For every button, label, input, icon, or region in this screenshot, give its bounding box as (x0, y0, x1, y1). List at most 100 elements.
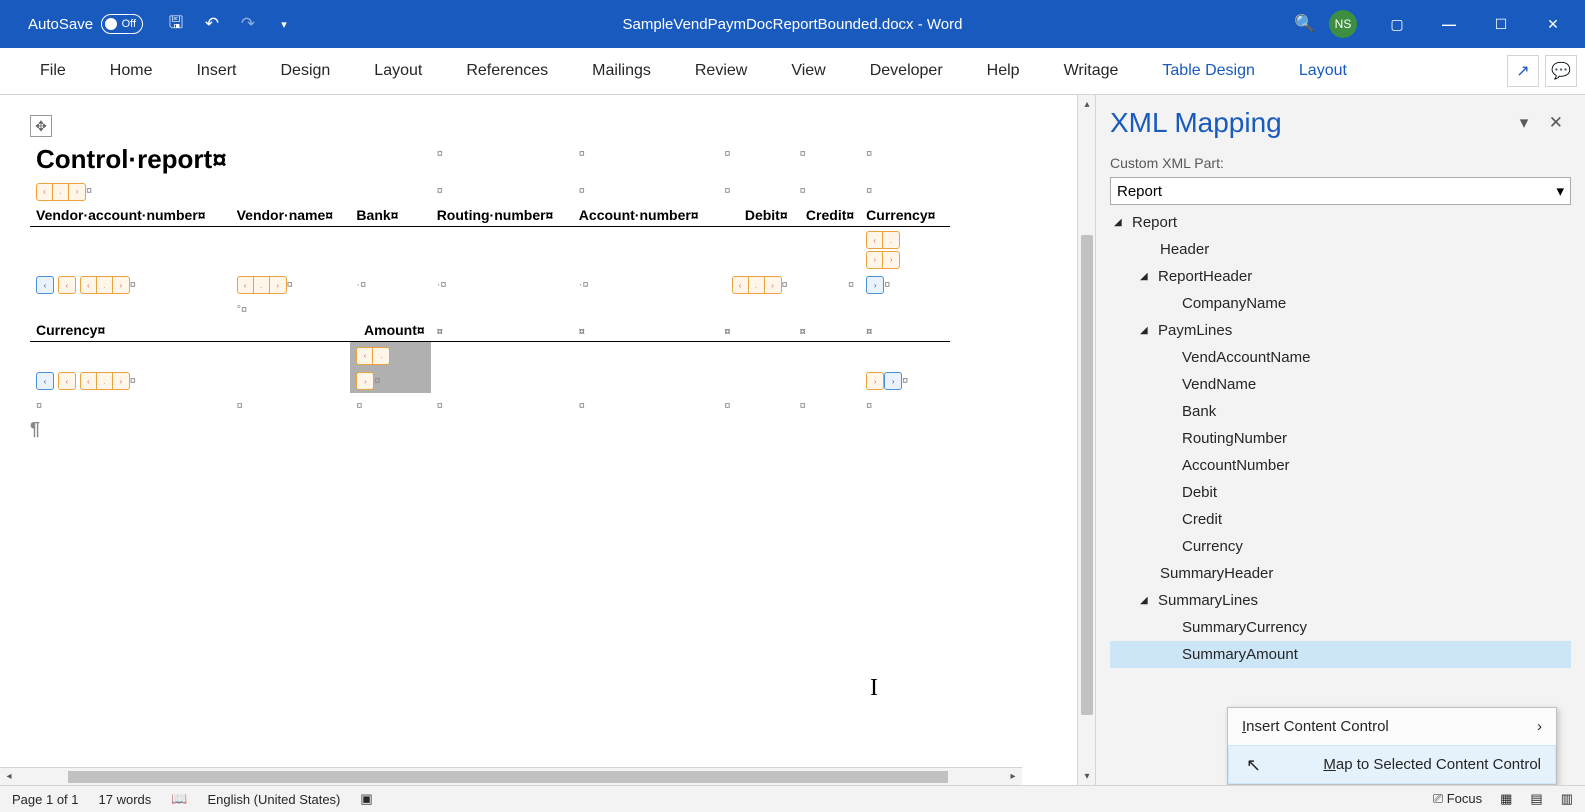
pane-close-icon[interactable]: ✕ (1541, 113, 1571, 132)
content-control[interactable]: › (866, 276, 884, 294)
document-area: ✥ Control·report¤ ¤¤¤¤¤ ‹.›¤ ¤¤¤¤¤ Vendo… (0, 95, 1095, 785)
content-control[interactable]: ‹ (58, 372, 76, 390)
macro-icon[interactable]: ▣ (360, 791, 372, 807)
tab-mailings[interactable]: Mailings (570, 52, 673, 90)
content-control[interactable]: ‹.› (80, 276, 130, 294)
tab-file[interactable]: File (18, 52, 88, 90)
tab-home[interactable]: Home (88, 52, 175, 90)
tree-node-summaryamount[interactable]: SummaryAmount (1110, 641, 1571, 668)
xml-part-select[interactable]: Report ▾ (1110, 177, 1571, 205)
tree-node-summarylines[interactable]: ◢SummaryLines (1110, 587, 1571, 614)
ribbon-tabs: File Home Insert Design Layout Reference… (0, 48, 1585, 95)
tab-design[interactable]: Design (258, 52, 352, 90)
tree-node-currency[interactable]: Currency (1110, 533, 1571, 560)
scroll-up-icon[interactable]: ▴ (1078, 95, 1096, 113)
search-icon[interactable]: 🔍 (1285, 14, 1325, 34)
tree-node-companyname[interactable]: CompanyName (1110, 290, 1571, 317)
share-icon[interactable]: ↗ (1507, 55, 1539, 87)
ctx-map-to-selected[interactable]: Map to Selected Content Control (1228, 745, 1556, 784)
content-control[interactable]: › (884, 372, 902, 390)
content-control[interactable]: ‹ (36, 276, 54, 294)
comments-icon[interactable]: 💬 (1545, 55, 1577, 87)
chevron-right-icon: › (1537, 718, 1542, 735)
content-control[interactable]: ‹.› (732, 276, 782, 294)
spellcheck-icon[interactable]: 📖 (171, 791, 187, 807)
maximize-icon[interactable]: ☐ (1477, 0, 1525, 48)
tree-node-bank[interactable]: Bank (1110, 398, 1571, 425)
selected-amount-cell[interactable]: ‹. (350, 342, 430, 368)
tree-node-routingnumber[interactable]: RoutingNumber (1110, 425, 1571, 452)
scroll-left-icon[interactable]: ◂ (0, 771, 18, 782)
col-currency: Currency¤ (860, 204, 950, 227)
xml-part-label: Custom XML Part: (1110, 155, 1571, 171)
table-move-handle-icon[interactable]: ✥ (30, 115, 52, 137)
content-control[interactable]: ‹ (58, 276, 76, 294)
col-account: Account·number¤ (573, 204, 719, 227)
content-control[interactable]: ‹.› (80, 372, 130, 390)
minimize-icon[interactable]: — (1425, 0, 1473, 48)
content-control[interactable]: ‹. (356, 347, 390, 365)
col-summary-currency: Currency¤ (30, 319, 231, 342)
tree-node-reportheader[interactable]: ◢ReportHeader (1110, 263, 1571, 290)
tab-table-design[interactable]: Table Design (1140, 52, 1277, 90)
content-control[interactable]: ‹ (36, 372, 54, 390)
chevron-down-icon: ▾ (1556, 182, 1564, 200)
tab-table-layout[interactable]: Layout (1277, 52, 1369, 90)
content-control[interactable]: › (356, 372, 374, 390)
read-mode-icon[interactable]: ▦ (1500, 791, 1512, 807)
tree-node-summarycurrency[interactable]: SummaryCurrency (1110, 614, 1571, 641)
tab-help[interactable]: Help (965, 52, 1042, 90)
tree-node-vendaccountname[interactable]: VendAccountName (1110, 344, 1571, 371)
undo-icon[interactable]: ↶ (197, 9, 227, 39)
language-indicator[interactable]: English (United States) (207, 792, 340, 807)
qat-dropdown-icon[interactable]: ▾ (269, 9, 299, 39)
hscroll-thumb[interactable] (68, 771, 948, 783)
pane-options-icon[interactable]: ▾ (1512, 113, 1537, 132)
content-control[interactable]: ›› (866, 251, 900, 269)
horizontal-scrollbar[interactable]: ◂ ▸ (0, 767, 1022, 785)
col-credit: Credit¤ (794, 204, 861, 227)
document-canvas[interactable]: ✥ Control·report¤ ¤¤¤¤¤ ‹.›¤ ¤¤¤¤¤ Vendo… (0, 95, 1077, 785)
tab-writage[interactable]: Writage (1042, 52, 1141, 90)
text-cursor-icon: I (870, 675, 878, 702)
redo-icon[interactable]: ↷ (233, 9, 263, 39)
page-indicator[interactable]: Page 1 of 1 (12, 792, 79, 807)
autosave-group: AutoSave Off (28, 14, 143, 34)
autosave-toggle[interactable]: Off (101, 14, 143, 34)
word-count[interactable]: 17 words (99, 792, 152, 807)
tree-node-summaryheader[interactable]: SummaryHeader (1110, 560, 1571, 587)
tree-node-paymlines[interactable]: ◢PaymLines (1110, 317, 1571, 344)
content-control[interactable]: ‹.› (237, 276, 287, 294)
tab-review[interactable]: Review (673, 52, 769, 90)
tree-node-debit[interactable]: Debit (1110, 479, 1571, 506)
account-avatar[interactable]: NS (1329, 10, 1357, 38)
tab-references[interactable]: References (444, 52, 570, 90)
tab-insert[interactable]: Insert (174, 52, 258, 90)
focus-mode-button[interactable]: ⎚ Focus (1433, 791, 1482, 807)
xml-tree: ◢Report Header ◢ReportHeader CompanyName… (1110, 209, 1571, 785)
tab-developer[interactable]: Developer (848, 52, 965, 90)
vscroll-thumb[interactable] (1081, 235, 1093, 715)
tab-view[interactable]: View (769, 52, 847, 90)
close-icon[interactable]: ✕ (1529, 0, 1577, 48)
tree-node-accountnumber[interactable]: AccountNumber (1110, 452, 1571, 479)
doc-heading: Control·report¤ (36, 144, 227, 174)
scroll-right-icon[interactable]: ▸ (1004, 771, 1022, 782)
tree-node-header[interactable]: Header (1110, 236, 1571, 263)
ribbon-display-icon[interactable]: ▢ (1373, 0, 1421, 48)
content-control[interactable]: ‹. (866, 231, 900, 249)
web-layout-icon[interactable]: ▥ (1561, 791, 1573, 807)
context-menu: Insert Content Control › Map to Selected… (1227, 707, 1557, 785)
content-control[interactable]: ‹.› (36, 183, 86, 201)
save-icon[interactable]: 🖫 (161, 9, 191, 39)
content-control[interactable]: › (866, 372, 884, 390)
status-bar: Page 1 of 1 17 words 📖 English (United S… (0, 785, 1585, 812)
ctx-insert-content-control[interactable]: Insert Content Control › (1228, 708, 1556, 745)
tree-node-vendname[interactable]: VendName (1110, 371, 1571, 398)
tree-node-credit[interactable]: Credit (1110, 506, 1571, 533)
tab-layout[interactable]: Layout (352, 52, 444, 90)
scroll-down-icon[interactable]: ▾ (1078, 767, 1096, 785)
print-layout-icon[interactable]: ▤ (1530, 791, 1542, 807)
tree-node-report[interactable]: ◢Report (1110, 209, 1571, 236)
vertical-scrollbar[interactable]: ▴ ▾ (1077, 95, 1095, 785)
